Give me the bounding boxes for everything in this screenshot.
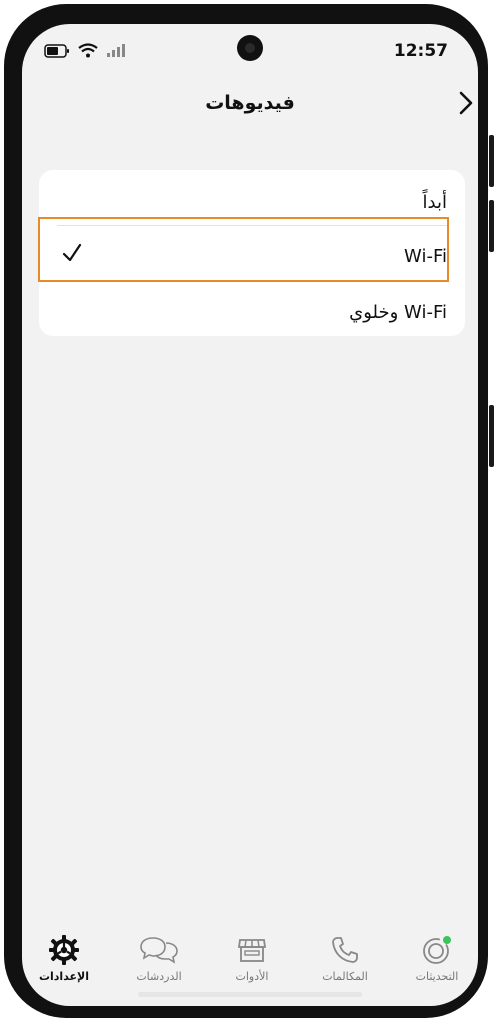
store-icon: [237, 939, 267, 962]
tab-label: الدردشات: [136, 970, 182, 983]
side-button: [489, 200, 494, 252]
selection-highlight: [38, 217, 449, 282]
status-icons: [44, 43, 126, 58]
phone-frame: 12:57 فيديوهات أبداً Wi-Fi Wi-Fi وخلوي ا…: [4, 4, 488, 1018]
status-bar: 12:57: [22, 24, 478, 72]
tab-label: الأدوات: [235, 970, 269, 983]
tab-label: الإعدادات: [38, 970, 90, 983]
home-indicator: [138, 992, 362, 997]
screen: 12:57 فيديوهات أبداً Wi-Fi Wi-Fi وخلوي ا…: [22, 24, 478, 1006]
tab-updates[interactable]: التحديثات: [397, 934, 477, 983]
status-updates-icon: [423, 936, 451, 964]
option-label: Wi-Fi وخلوي: [349, 302, 447, 323]
tab-label: التحديثات: [415, 970, 459, 983]
chevron-right-icon: [459, 91, 473, 115]
chat-bubbles-icon: [140, 937, 178, 964]
wifi-icon: [78, 43, 98, 58]
tab-calls[interactable]: المكالمات: [305, 934, 385, 983]
tab-label: المكالمات: [322, 970, 368, 983]
signal-icon: [107, 43, 125, 57]
tab-tools[interactable]: الأدوات: [212, 934, 292, 983]
option-wifi-cellular[interactable]: Wi-Fi وخلوي: [39, 288, 465, 338]
side-button: [489, 135, 494, 187]
nav-header: فيديوهات: [22, 84, 478, 124]
tab-chats[interactable]: الدردشات: [119, 934, 199, 983]
status-time: 12:57: [393, 41, 448, 61]
page-title: فيديوهات: [205, 92, 295, 114]
settings-gear-icon: [49, 935, 79, 965]
front-camera: [237, 35, 263, 61]
option-label: أبداً: [422, 192, 447, 213]
phone-icon: [332, 937, 358, 963]
back-button[interactable]: [458, 90, 474, 120]
battery-icon: [44, 43, 69, 58]
side-button: [489, 405, 494, 467]
tab-settings[interactable]: الإعدادات: [24, 934, 104, 983]
